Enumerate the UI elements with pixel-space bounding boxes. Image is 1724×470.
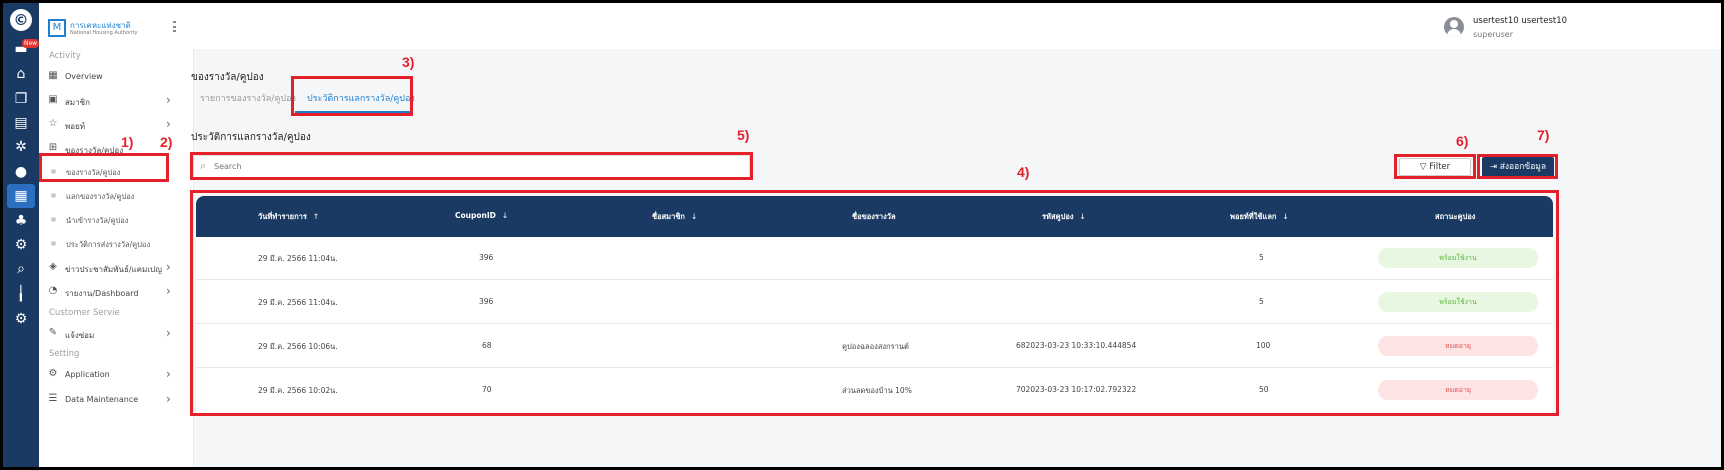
- search-icon[interactable]: ⌕: [11, 259, 31, 279]
- cogs-icon[interactable]: ⚙: [11, 309, 31, 329]
- star-icon: ☆: [48, 118, 58, 129]
- sidebar-item-data-maintenance[interactable]: ☰ Data Maintenance ›: [47, 390, 177, 410]
- copy-icon[interactable]: ❐: [11, 89, 31, 109]
- section-setting: Setting: [49, 349, 80, 359]
- sidebar-item-member[interactable]: ▣ สมาชิก ›: [47, 91, 177, 111]
- avatar[interactable]: [1444, 17, 1464, 37]
- sidebar: M การเคหะแห่งชาติ National Housing Autho…: [39, 3, 194, 467]
- settings-icon[interactable]: ✲: [11, 137, 31, 157]
- megaphone-icon: ◈: [49, 261, 57, 272]
- id-card-icon: ▣: [48, 94, 58, 105]
- sidebar-subitem-history[interactable]: ประวัติการส่งรางวัล/คูปอง: [49, 234, 174, 254]
- brand-name-en: National Housing Authority: [70, 30, 138, 36]
- annotation-label-4: 4): [1017, 164, 1030, 180]
- grid-icon: ▦: [48, 70, 58, 81]
- nha-logo-icon: M: [48, 19, 66, 37]
- annotation-box-4: [190, 190, 1559, 416]
- pie-chart-icon: ◔: [48, 285, 58, 296]
- sliders-icon: ☰: [48, 393, 58, 404]
- wrench-icon: ✎: [48, 327, 58, 338]
- section-customer: Customer Servie: [49, 308, 120, 318]
- top-bar: usertest10 usertest10 superuser: [176, 3, 1721, 49]
- annotation-box-5: [190, 152, 753, 180]
- home-icon[interactable]: ⌂: [11, 64, 31, 84]
- chevron-right-icon: ›: [166, 367, 171, 381]
- sidebar-item-report[interactable]: ◔ รายงาน/Dashboard ›: [47, 282, 177, 302]
- group-icon[interactable]: ♣: [11, 211, 31, 231]
- annotation-box-3: [291, 76, 413, 116]
- sidebar-subitem-import[interactable]: นำเข้ารางวัล/คูปอง: [49, 210, 174, 230]
- section-activity: Activity: [49, 51, 81, 61]
- annotation-box-6: [1394, 154, 1476, 179]
- section-title: ประวัติการแลกรางวัล/คูปอง: [191, 132, 311, 143]
- annotation-label-1: 1): [121, 134, 134, 150]
- document-icon[interactable]: ▤: [11, 113, 31, 133]
- logo-icon[interactable]: ©: [10, 9, 32, 31]
- user-name[interactable]: usertest10 usertest10: [1473, 16, 1567, 26]
- chevron-right-icon: ›: [166, 326, 171, 340]
- user-icon[interactable]: ●: [11, 162, 31, 182]
- gear-icon: ⚙: [48, 368, 58, 379]
- dashboard-icon[interactable]: ▦: [7, 184, 35, 208]
- annotation-label-5: 5): [737, 127, 750, 143]
- annotation-label-3: 3): [402, 54, 415, 70]
- sidebar-item-points[interactable]: ☆ พอยท์ ›: [47, 115, 177, 135]
- new-badge: New: [22, 39, 40, 48]
- bullet-icon: [51, 241, 56, 246]
- sidebar-item-overview[interactable]: ▦ Overview: [47, 67, 177, 87]
- chevron-right-icon: ›: [166, 260, 171, 274]
- gear-icon[interactable]: ⚙: [11, 235, 31, 255]
- icon-rail: © ▬ New ⌂ ❐ ▤ ✲ ● ▦ ♣ ⚙ ⌕ ╽ ⚙: [3, 3, 40, 467]
- app-frame: © ▬ New ⌂ ❐ ▤ ✲ ● ▦ ♣ ⚙ ⌕ ╽ ⚙ M การเคหะแ…: [3, 3, 1721, 467]
- chevron-right-icon: ›: [166, 284, 171, 298]
- sidebar-item-complaint[interactable]: ✎ แจ้งซ่อม ›: [47, 324, 177, 344]
- chevron-right-icon: ›: [166, 392, 171, 406]
- sidebar-item-news[interactable]: ◈ ข่าวประชาสัมพันธ์/แคมเปญ ›: [47, 258, 177, 278]
- gift-icon: ⊞: [48, 142, 58, 153]
- annotation-box-7: [1477, 154, 1558, 179]
- page-title: ของรางวัล/คูปอง: [191, 72, 264, 83]
- annotation-label-7: 7): [1537, 127, 1550, 143]
- annotation-label-6: 6): [1456, 133, 1469, 149]
- annotation-box-1: [39, 153, 169, 182]
- user-role: superuser: [1473, 30, 1513, 39]
- annotation-label-2: 2): [160, 134, 173, 150]
- bullet-icon: [51, 217, 56, 222]
- tab-reward-list[interactable]: รายการของรางวัล/คูปอง: [200, 91, 296, 105]
- sidebar-item-application[interactable]: ⚙ Application ›: [47, 365, 177, 385]
- chart-icon[interactable]: ╽: [11, 284, 31, 304]
- bullet-icon: [51, 193, 56, 198]
- chevron-right-icon: ›: [166, 117, 171, 131]
- chevron-right-icon: ›: [166, 93, 171, 107]
- sidebar-subitem-redeem[interactable]: แลกของรางวัล/คูปอง: [49, 186, 174, 206]
